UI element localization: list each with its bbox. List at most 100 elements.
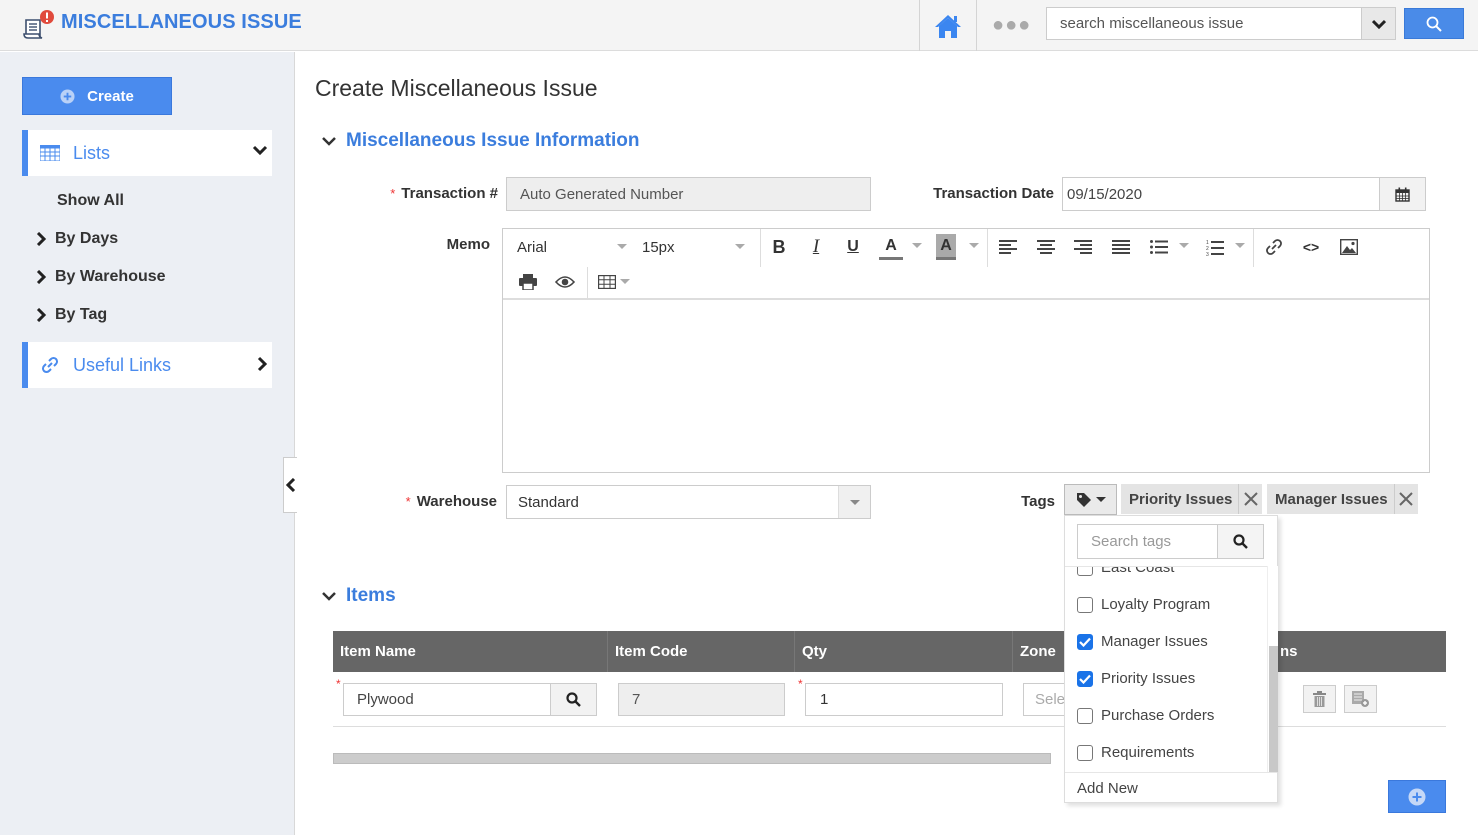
checkbox-checked[interactable] xyxy=(1077,670,1093,687)
font-size-select[interactable]: 15px xyxy=(642,237,745,257)
align-justify-icon xyxy=(1112,240,1130,254)
tag-option[interactable]: Loyalty Program xyxy=(1077,596,1210,613)
more-options-button[interactable]: ●●● xyxy=(992,14,1031,37)
align-justify-button[interactable] xyxy=(1110,237,1132,257)
caret-down-icon[interactable] xyxy=(912,243,922,248)
caret-down-icon[interactable] xyxy=(969,243,979,248)
warehouse-dropdown-toggle[interactable] xyxy=(838,486,870,518)
sidebar-item-show-all[interactable]: Show All xyxy=(57,192,124,210)
toolbar-divider xyxy=(587,267,588,299)
code-view-button[interactable]: <> xyxy=(1300,236,1322,258)
required-mark: * xyxy=(390,186,396,201)
home-button[interactable] xyxy=(919,0,977,51)
scrollbar-thumb[interactable] xyxy=(1269,646,1278,772)
tag-option[interactable]: Manager Issues xyxy=(1077,633,1208,650)
calendar-icon xyxy=(1395,187,1410,202)
caret-down-icon[interactable] xyxy=(1235,243,1245,248)
link-icon xyxy=(1266,239,1282,255)
checkbox[interactable] xyxy=(1077,567,1093,576)
tag-option[interactable]: East Coast xyxy=(1077,566,1175,576)
tag-dropdown-menu: East Coast Loyalty Program Manager Issues P… xyxy=(1064,515,1278,803)
items-section-header[interactable]: Items xyxy=(322,585,396,607)
memo-text-area[interactable] xyxy=(503,302,1429,472)
info-section-header[interactable]: Miscellaneous Issue Information xyxy=(322,130,640,152)
memo-label: Memo xyxy=(446,236,490,253)
align-right-button[interactable] xyxy=(1072,237,1094,257)
bold-icon: B xyxy=(772,236,786,257)
tag-option[interactable]: Requirements xyxy=(1077,744,1194,761)
checkmark-icon xyxy=(1079,637,1091,647)
search-box xyxy=(1046,7,1396,40)
remove-tag-button[interactable] xyxy=(1238,484,1262,514)
tag-search-button[interactable] xyxy=(1217,525,1263,558)
misc-issue-app-icon xyxy=(22,10,56,40)
checkbox[interactable] xyxy=(1077,744,1093,761)
print-button[interactable] xyxy=(517,271,539,293)
checkbox[interactable] xyxy=(1077,596,1093,613)
numbered-list-icon: 123 xyxy=(1206,240,1224,256)
image-icon xyxy=(1340,239,1358,255)
warehouse-select[interactable]: Standard xyxy=(506,485,871,519)
caret-down-icon[interactable] xyxy=(1179,243,1189,248)
sidebar-useful-links-panel[interactable]: Useful Links xyxy=(22,342,272,388)
search-input[interactable] xyxy=(1047,8,1361,39)
insert-image-button[interactable] xyxy=(1338,236,1360,258)
align-center-button[interactable] xyxy=(1035,237,1057,257)
sidebar-collapse-button[interactable] xyxy=(283,457,297,513)
background-color-button[interactable]: A xyxy=(936,234,956,260)
warehouse-label-text: Warehouse xyxy=(416,493,497,510)
sidebar-item-label: By Days xyxy=(55,230,119,247)
close-icon xyxy=(1244,492,1258,506)
underline-button[interactable]: U xyxy=(841,234,865,260)
sidebar-item-by-warehouse[interactable]: By Warehouse xyxy=(36,268,166,286)
preview-button[interactable] xyxy=(554,271,576,293)
caret-down-icon[interactable] xyxy=(620,279,630,284)
tag-option-label: East Coast xyxy=(1101,566,1175,576)
sidebar-item-by-tag[interactable]: By Tag xyxy=(36,306,107,324)
sidebar-item-label: By Tag xyxy=(55,306,108,323)
create-button[interactable]: Create xyxy=(22,77,172,115)
toolbar-divider xyxy=(760,229,761,267)
transaction-date-field[interactable]: 09/15/2020 xyxy=(1062,177,1426,211)
checkbox-checked[interactable] xyxy=(1077,633,1093,650)
add-item-row-button[interactable] xyxy=(1388,780,1446,813)
sidebar-item-by-days[interactable]: By Days xyxy=(36,230,118,248)
add-row-details-button[interactable] xyxy=(1344,685,1377,713)
document-add-icon xyxy=(1352,691,1369,707)
tag-chip-label: Priority Issues xyxy=(1129,490,1233,508)
insert-link-button[interactable] xyxy=(1263,236,1285,258)
font-color-button[interactable]: A xyxy=(879,234,903,260)
tag-option[interactable]: Purchase Orders xyxy=(1077,707,1214,724)
item-search-button[interactable] xyxy=(550,684,596,715)
remove-tag-button[interactable] xyxy=(1393,484,1418,514)
qty-input[interactable]: 1 xyxy=(805,683,1003,716)
numbered-list-button[interactable]: 123 xyxy=(1204,236,1226,258)
top-bar: MISCELLANEOUS ISSUE ●●● xyxy=(0,0,1478,51)
search-button[interactable] xyxy=(1404,8,1464,39)
sidebar-lists-panel[interactable]: Lists xyxy=(22,130,272,176)
bold-button[interactable]: B xyxy=(767,234,791,260)
search-dropdown-button[interactable] xyxy=(1361,8,1395,39)
search-icon xyxy=(566,692,581,707)
bullet-list-button[interactable] xyxy=(1148,237,1170,257)
align-left-button[interactable] xyxy=(997,237,1019,257)
insert-table-button[interactable] xyxy=(596,271,618,293)
tag-search-input[interactable] xyxy=(1078,525,1217,558)
date-picker-button[interactable] xyxy=(1379,178,1425,210)
chevron-right-icon xyxy=(36,232,47,246)
delete-row-button[interactable] xyxy=(1303,685,1336,713)
sidebar-item-label: Show All xyxy=(57,192,124,209)
font-family-select[interactable]: Arial xyxy=(517,237,627,257)
add-new-tag-button[interactable]: Add New xyxy=(1065,772,1277,803)
tag-list-scrollbar[interactable] xyxy=(1267,566,1278,772)
tag-option[interactable]: Priority Issues xyxy=(1077,670,1195,687)
tag-picker-button[interactable] xyxy=(1064,484,1117,515)
table-horizontal-scrollbar[interactable] xyxy=(333,753,1051,764)
item-name-input[interactable]: Plywood xyxy=(343,683,597,716)
italic-button[interactable]: I xyxy=(804,234,828,260)
checkbox[interactable] xyxy=(1077,707,1093,724)
caret-down-icon xyxy=(735,244,745,249)
tag-search-box xyxy=(1077,524,1264,559)
align-right-icon xyxy=(1074,240,1092,254)
transaction-number-value: Auto Generated Number xyxy=(520,185,684,203)
